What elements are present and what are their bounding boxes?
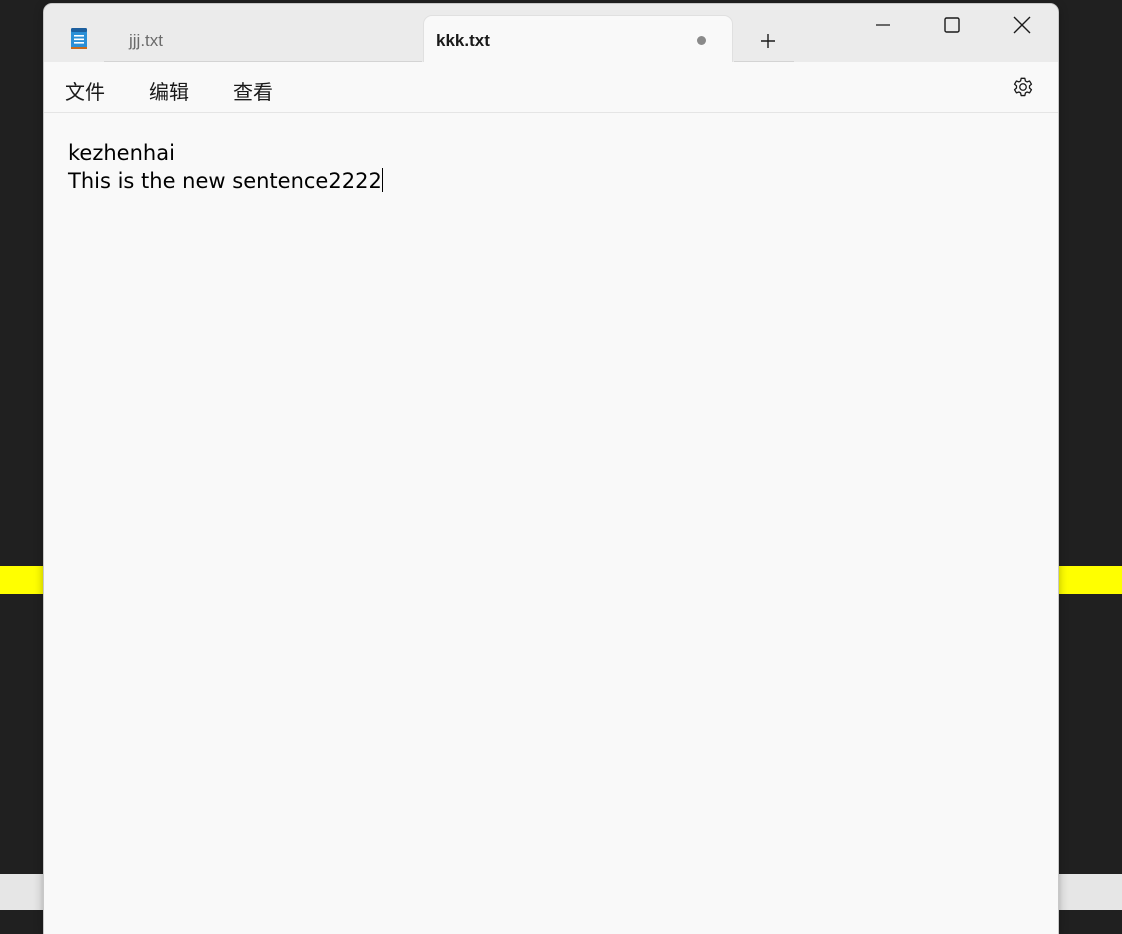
close-icon [1013,16,1031,34]
editor-content[interactable]: kezhenhai This is the new sentence2222 [68,139,383,195]
menu-view[interactable]: 查看 [233,76,273,105]
gear-icon [1013,77,1033,97]
notepad-window: jjj.txt kkk.txt 文件 编辑 查看 kezhenhai This … [44,4,1058,934]
tab-jjj[interactable]: jjj.txt [104,16,422,62]
tab-kkk[interactable]: kkk.txt [424,16,732,62]
notepad-icon [71,28,87,49]
maximize-button[interactable] [918,4,986,46]
text-editor[interactable]: kezhenhai This is the new sentence2222 [44,113,1058,934]
minimize-icon [876,24,890,26]
unsaved-indicator-icon[interactable] [697,36,706,45]
close-button[interactable] [988,4,1056,46]
menu-edit[interactable]: 编辑 [149,76,189,105]
minimize-button[interactable] [849,4,917,46]
tab-label: jjj.txt [129,31,163,50]
text-line: kezhenhai [68,141,175,165]
new-tab-button[interactable] [744,24,792,58]
text-caret [381,168,383,192]
menu-file[interactable]: 文件 [65,76,105,105]
text-line: This is the new sentence2222 [68,169,382,193]
maximize-icon [944,17,960,33]
tab-label: kkk.txt [436,31,490,50]
plus-icon [761,34,775,48]
settings-button[interactable] [1010,74,1036,100]
menu-bar: 文件 编辑 查看 [44,62,1058,113]
title-bar[interactable]: jjj.txt kkk.txt [44,4,1058,62]
